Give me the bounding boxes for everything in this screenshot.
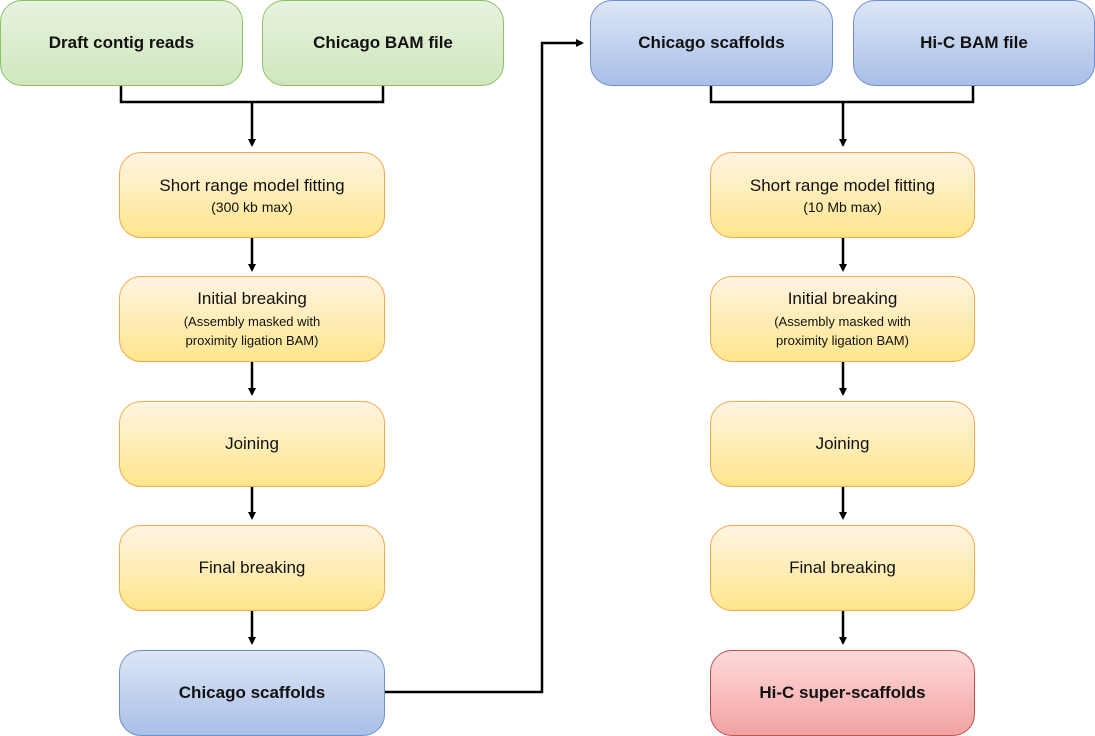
step-initial-breaking-left: Initial breaking (Assembly masked with p… <box>119 276 385 362</box>
merge-connector-left <box>119 85 385 104</box>
step-title: Final breaking <box>198 558 306 577</box>
step-title: Initial breaking <box>197 288 307 308</box>
input-label: Chicago scaffolds <box>638 33 785 52</box>
step-joining-left: Joining <box>119 401 385 487</box>
step-final-breaking-right: Final breaking <box>710 525 975 611</box>
merge-connector-right <box>709 85 975 104</box>
connectors <box>119 39 975 694</box>
step-title: Short range model fitting <box>159 175 345 195</box>
step-detail: proximity ligation BAM) <box>185 332 319 348</box>
step-final-breaking-left: Final breaking <box>119 525 385 611</box>
step-short-range-fitting-right: Short range model fitting (10 Mb max) <box>710 152 975 238</box>
input-label: Hi-C BAM file <box>920 33 1028 52</box>
input-chicago-bam: Chicago BAM file <box>262 0 504 86</box>
step-title: Joining <box>815 434 870 453</box>
step-detail: (Assembly masked with <box>183 313 321 329</box>
output-label: Hi-C super-scaffolds <box>759 683 926 702</box>
step-detail: (Assembly masked with <box>774 313 911 329</box>
step-initial-breaking-right: Initial breaking (Assembly masked with p… <box>710 276 975 362</box>
output-chicago-scaffolds: Chicago scaffolds <box>119 650 385 736</box>
step-short-range-fitting-left: Short range model fitting (300 kb max) <box>119 152 385 238</box>
step-joining-right: Joining <box>710 401 975 487</box>
input-hic-bam: Hi-C BAM file <box>853 0 1095 86</box>
output-label: Chicago scaffolds <box>178 683 326 702</box>
input-label: Draft contig reads <box>48 33 195 52</box>
link-arrow <box>384 39 584 694</box>
input-draft-contig-reads: Draft contig reads <box>0 0 243 86</box>
step-title: Joining <box>225 434 279 453</box>
step-title: Short range model fitting <box>749 175 936 195</box>
input-chicago-scaffolds: Chicago scaffolds <box>590 0 833 86</box>
step-title: Initial breaking <box>787 288 898 308</box>
step-detail: proximity ligation BAM) <box>776 332 909 348</box>
step-detail: (300 kb max) <box>211 198 293 215</box>
output-hic-super-scaffolds: Hi-C super-scaffolds <box>710 650 975 736</box>
input-label: Chicago BAM file <box>313 33 453 52</box>
step-detail: (10 Mb max) <box>803 198 882 215</box>
step-title: Final breaking <box>789 558 896 577</box>
